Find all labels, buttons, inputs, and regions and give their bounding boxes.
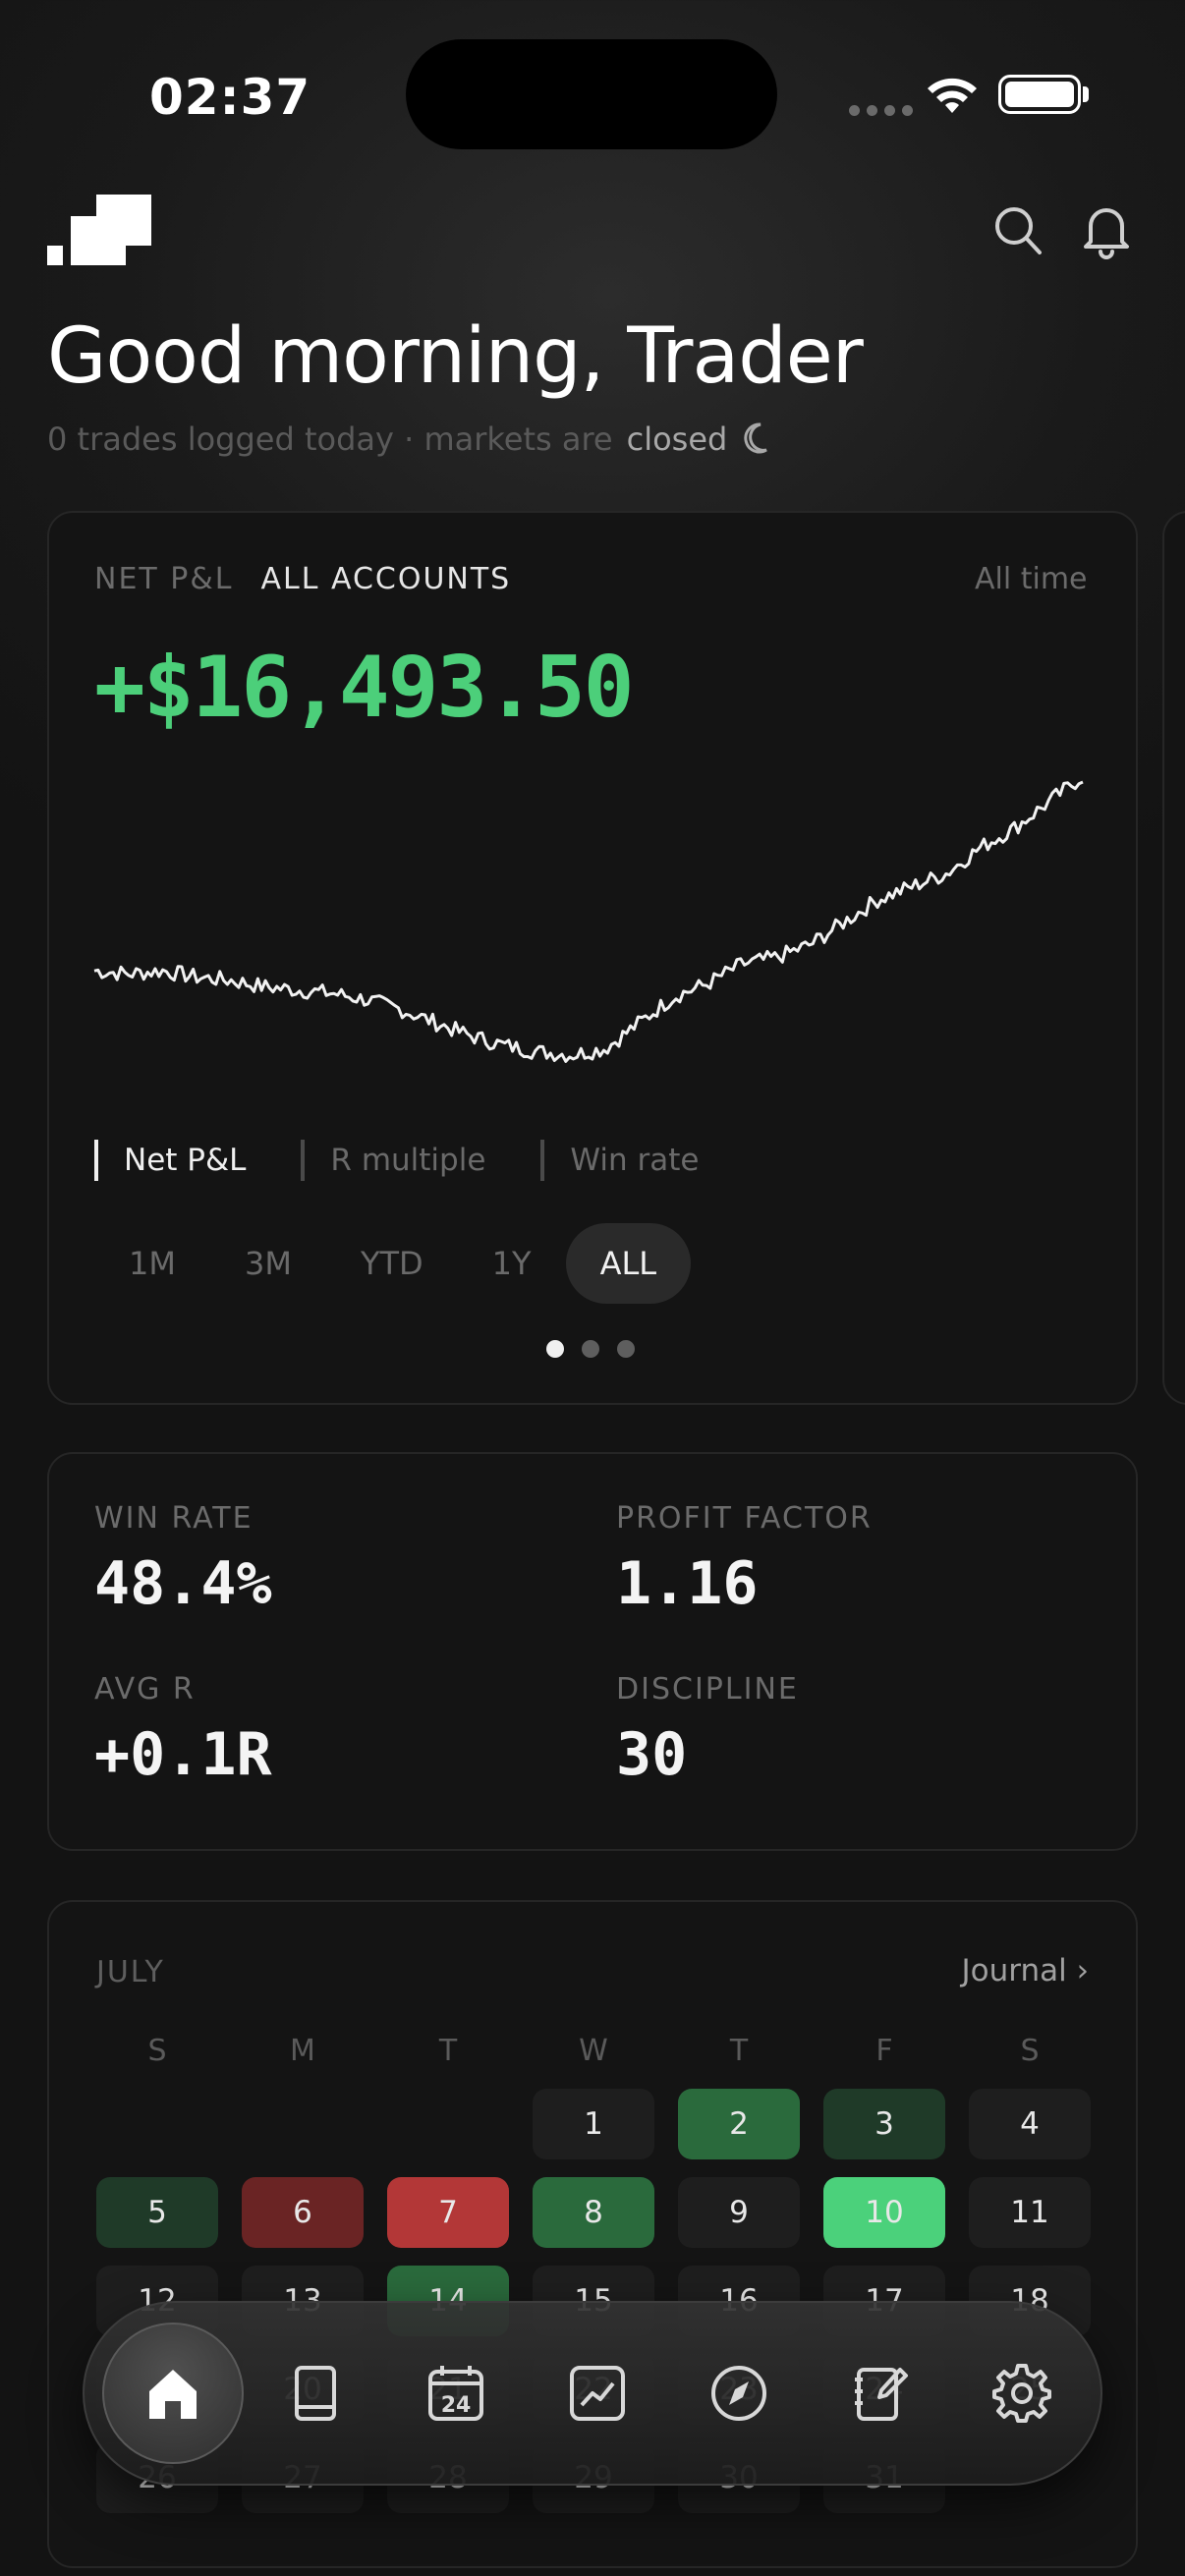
calendar-day[interactable]: 6	[242, 2177, 364, 2248]
home-icon	[149, 2370, 197, 2419]
cellular-signal-icon	[849, 105, 913, 116]
nav-calendar[interactable]: 24	[385, 2323, 527, 2464]
profit-factor-label: PROFIT FACTOR	[616, 1501, 873, 1536]
account-selector[interactable]: ALL ACCOUNTS	[260, 562, 511, 596]
metric-tabs: Net P&L R multiple Win rate	[94, 1140, 699, 1181]
metric-tab-marker	[540, 1140, 545, 1181]
calendar-month: JULY	[96, 1955, 165, 1989]
next-card-peek[interactable]	[1162, 511, 1185, 1405]
metric-tab-label: R multiple	[330, 1143, 486, 1178]
net-pnl-value: +$16,493.50	[94, 639, 635, 737]
discipline-label: DISCIPLINE	[616, 1672, 799, 1707]
compass-icon	[711, 2366, 766, 2421]
weekday-label: S	[147, 2034, 167, 2068]
wifi-icon	[928, 78, 977, 113]
calendar-icon: 24	[428, 2366, 483, 2421]
page-dot[interactable]	[617, 1340, 635, 1358]
avg-r-label: AVG R	[94, 1672, 196, 1707]
range-tabs: 1M 3M YTD 1Y ALL	[94, 1223, 692, 1304]
metric-tab-win-rate[interactable]: Win rate	[540, 1140, 699, 1181]
weekday-label: W	[579, 2034, 608, 2068]
greeting-title: Good morning, Trader	[47, 312, 864, 401]
weekday-label: T	[729, 2034, 749, 2068]
pnl-label: NET P&L	[94, 562, 234, 596]
profit-factor-value: 1.16	[616, 1549, 759, 1618]
calendar-day[interactable]: 2	[678, 2089, 800, 2159]
market-state: closed	[626, 420, 728, 458]
nav-home[interactable]	[102, 2323, 244, 2464]
moon-icon	[744, 422, 768, 454]
range-tab-3m[interactable]: 3M	[210, 1223, 326, 1304]
trades-logged-text: 0 trades logged today · markets are	[47, 420, 613, 458]
pnl-range-label: All time	[975, 562, 1088, 596]
discipline-stat: DISCIPLINE 30	[616, 1672, 799, 1789]
range-tab-1m[interactable]: 1M	[94, 1223, 210, 1304]
range-tab-ytd[interactable]: YTD	[326, 1223, 458, 1304]
weekday-header: SMTWTFS	[96, 2034, 1091, 2068]
calendar-day[interactable]: 5	[96, 2177, 218, 2248]
chart-icon	[570, 2366, 625, 2421]
calendar-icon-day: 24	[441, 2393, 472, 2418]
metric-tab-net-p-l[interactable]: Net P&L	[94, 1140, 246, 1181]
app-logo	[47, 195, 151, 265]
win-rate-value: 48.4%	[94, 1549, 272, 1618]
win-rate-label: WIN RATE	[94, 1501, 254, 1536]
battery-icon	[998, 75, 1081, 114]
nav-settings[interactable]	[951, 2323, 1093, 2464]
discipline-value: 30	[616, 1720, 688, 1789]
avg-r-value: +0.1R	[94, 1720, 272, 1789]
weekday-label: S	[1020, 2034, 1040, 2068]
bottom-tab-bar: 24	[83, 2301, 1102, 2486]
pnl-series-line	[93, 780, 1084, 1063]
profit-factor-stat: PROFIT FACTOR 1.16	[616, 1501, 873, 1618]
calendar-day[interactable]: 8	[533, 2177, 654, 2248]
range-tab-1y[interactable]: 1Y	[458, 1223, 566, 1304]
weekday-label: M	[290, 2034, 315, 2068]
book-icon	[295, 2366, 336, 2421]
journal-link[interactable]: Journal ›	[962, 1953, 1089, 1988]
calendar-day[interactable]: 9	[678, 2177, 800, 2248]
avg-r-stat: AVG R +0.1R	[94, 1672, 272, 1789]
calendar-day-empty	[387, 2089, 509, 2159]
page-indicator	[546, 1340, 635, 1358]
nav-playbook[interactable]	[244, 2323, 385, 2464]
weekday-label: F	[875, 2034, 893, 2068]
calendar-day[interactable]: 7	[387, 2177, 509, 2248]
metric-tab-r-multiple[interactable]: R multiple	[301, 1140, 485, 1181]
range-tab-all[interactable]: ALL	[565, 1223, 692, 1304]
calendar-day[interactable]: 3	[823, 2089, 945, 2159]
page-dot[interactable]	[546, 1340, 564, 1358]
search-icon[interactable]	[990, 200, 1045, 259]
calendar-day[interactable]: 11	[969, 2177, 1091, 2248]
status-time: 02:37	[149, 69, 311, 126]
net-pnl-line-chart	[93, 780, 1084, 1063]
dynamic-island	[406, 39, 777, 149]
bell-icon[interactable]	[1079, 200, 1134, 259]
calendar-day-empty	[242, 2089, 364, 2159]
calendar-day[interactable]: 1	[533, 2089, 654, 2159]
weekday-label: T	[438, 2034, 458, 2068]
journal-edit-icon	[855, 2368, 908, 2421]
metric-tab-label: Win rate	[570, 1143, 700, 1178]
calendar-day[interactable]: 10	[823, 2177, 945, 2248]
win-rate-stat: WIN RATE 48.4%	[94, 1501, 272, 1618]
metric-tab-label: Net P&L	[124, 1143, 247, 1178]
gear-icon	[992, 2364, 1051, 2423]
nav-journal[interactable]	[810, 2323, 951, 2464]
page-dot[interactable]	[582, 1340, 599, 1358]
calendar-day[interactable]: 4	[969, 2089, 1091, 2159]
pnl-card-header: NET P&L ALL ACCOUNTS	[94, 562, 511, 596]
metric-tab-marker	[94, 1140, 98, 1181]
nav-explore[interactable]	[668, 2323, 810, 2464]
calendar-day-empty	[96, 2089, 218, 2159]
metric-tab-marker	[301, 1140, 306, 1181]
nav-analytics[interactable]	[527, 2323, 668, 2464]
trades-summary: 0 trades logged today · markets are clos…	[47, 420, 778, 458]
